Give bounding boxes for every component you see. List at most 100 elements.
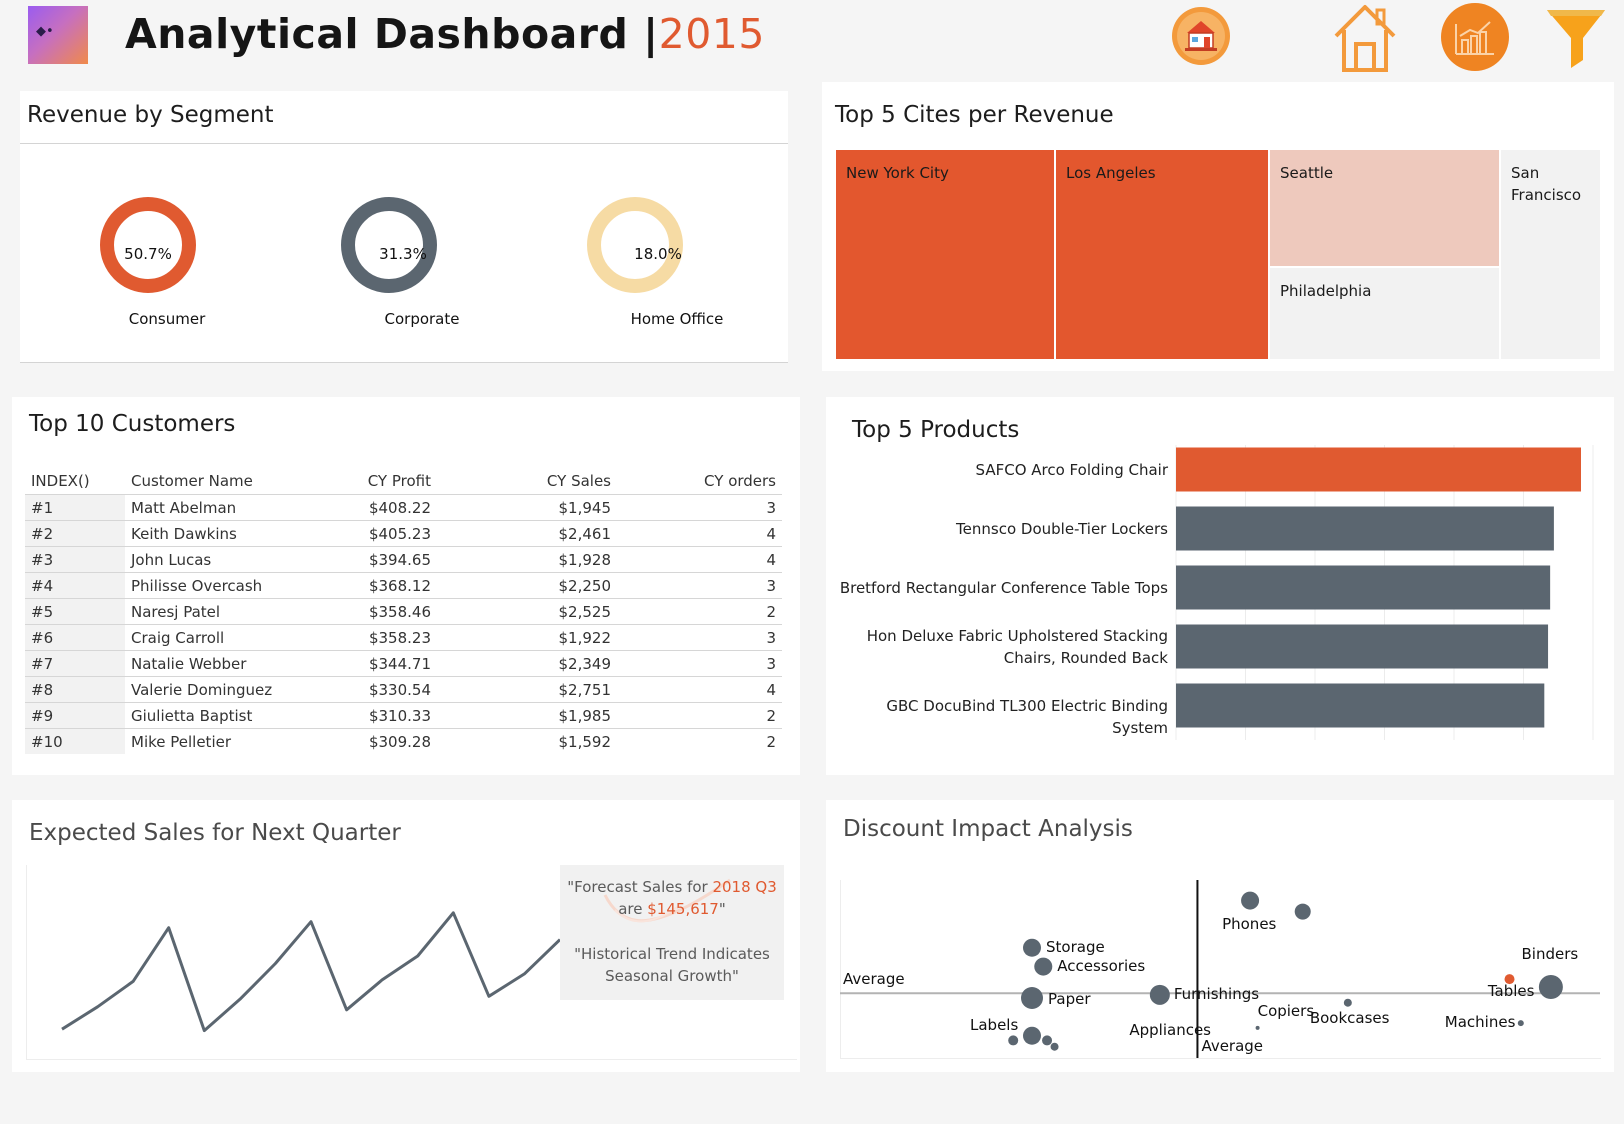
scatter-point-label: Machines [1444,1013,1516,1032]
table-row[interactable]: #7 Natalie Webber $344.71 $2,349 3 [25,650,782,677]
city-name: Los Angeles [1066,164,1156,182]
row-index: #9 [25,702,125,729]
table-row[interactable]: #10 Mike Pelletier $309.28 $1,592 2 [25,728,782,754]
cy-orders: 3 [617,624,782,651]
table-row[interactable]: #9 Giulietta Baptist $310.33 $1,985 2 [25,702,782,729]
scatter-point-label: Binders [1521,945,1579,964]
scatter-point-label: Storage [1046,937,1105,956]
city-name: Philadelphia [1280,282,1372,300]
cy-sales: $1,985 [437,702,617,729]
city-tile-new-york[interactable]: New York City [836,150,1054,359]
product-bar [1176,683,1545,728]
cy-orders: 2 [617,598,782,625]
home-office-share-value: 18.0% [634,245,682,263]
city-tile-seattle[interactable]: Seattle [1270,150,1499,266]
scatter-point-label: Paper [1048,990,1091,1008]
row-index: #4 [25,572,125,599]
top-products-bar-chart [1175,445,1594,740]
customer-name: Natalie Webber [125,650,307,677]
cy-profit: $368.12 [307,572,437,599]
cy-orders: 4 [617,520,782,547]
top-customers-table-body: #1 Matt Abelman $408.22 $1,945 3 #2 Keith Dawk… [25,494,782,754]
revenue-by-segment-panel: Revenue by Segment 50.7% 31.3% 18.0% Con… [20,91,788,363]
forecast-callout: "Forecast Sales for 2018 Q3 are $145,617… [560,865,784,1000]
row-index: #8 [25,676,125,703]
table-row[interactable]: #5 Naresj Patel $358.46 $2,525 2 [25,598,782,625]
corporate-share-value: 31.3% [379,245,427,263]
cy-profit: $330.54 [307,676,437,703]
customer-name: Valerie Dominguez [125,676,307,703]
scatter-point-label: Labels [970,1015,1019,1034]
customer-name: Matt Abelman [125,494,307,521]
row-index: #1 [25,494,125,521]
cy-sales: $2,461 [437,520,617,547]
column-header-index[interactable]: INDEX() [25,468,125,495]
home-icon[interactable] [1330,2,1400,72]
cy-orders: 4 [617,676,782,703]
chart-icon[interactable] [1440,2,1510,72]
cy-profit: $344.71 [307,650,437,677]
table-row[interactable]: #1 Matt Abelman $408.22 $1,945 3 [25,494,782,521]
column-header-cy-orders[interactable]: CY orders [617,468,782,495]
top-products-panel: Top 5 Products SAFCO Arco Folding Chair T… [826,397,1614,775]
product-bar [1176,447,1581,492]
cy-sales: $1,922 [437,624,617,651]
cy-orders: 2 [617,728,782,754]
callout-trend-line2: Seasonal Growth" [605,967,739,985]
product-bar [1176,565,1551,610]
consumer-share-value: 50.7% [124,245,172,263]
cy-sales: $1,928 [437,546,617,573]
cy-profit: $394.65 [307,546,437,573]
cy-profit: $310.33 [307,702,437,729]
scatter-point-label: Appliances [1129,1020,1211,1039]
city-name: New York City [846,164,949,182]
top-cities-title: Top 5 Cites per Revenue [835,102,1114,128]
customer-name: Mike Pelletier [125,728,307,754]
callout-trend-line1: "Historical Trend Indicates [574,945,770,963]
table-row[interactable]: #4 Philisse Overcash $368.12 $2,250 3 [25,572,782,599]
table-row[interactable]: #8 Valerie Dominguez $330.54 $2,751 4 [25,676,782,703]
table-row[interactable]: #2 Keith Dawkins $405.23 $2,461 4 [25,520,782,547]
row-index: #10 [25,728,125,754]
callout-forecast-line1: "Forecast Sales for 2018 Q3 [567,878,777,896]
average-label-horizontal: Average [843,970,905,989]
column-header-customer-name[interactable]: Customer Name [125,468,307,495]
cy-orders: 3 [617,650,782,677]
callout-forecast-line2: are $145,617" [618,900,726,918]
customer-name: Giulietta Baptist [125,702,307,729]
home-office-label: Home Office [630,310,724,328]
top-customers-title: Top 10 Customers [29,411,236,437]
row-index: #5 [25,598,125,625]
cy-profit: $358.46 [307,598,437,625]
table-row[interactable]: #6 Craig Carroll $358.23 $1,922 3 [25,624,782,651]
cy-sales: $1,945 [437,494,617,521]
scatter-point-label: Phones [1222,914,1277,933]
table-row[interactable]: #3 John Lucas $394.65 $1,928 4 [25,546,782,573]
customer-name: John Lucas [125,546,307,573]
column-header-cy-profit[interactable]: CY Profit [307,468,437,495]
table-header-row: INDEX() Customer Name CY Profit CY Sales… [25,468,782,495]
consumer-label: Consumer [128,310,206,328]
cy-orders: 4 [617,546,782,573]
scatter-point-label: Furnishings [1173,984,1260,1003]
city-tile-los-angeles[interactable]: Los Angeles [1056,150,1268,359]
row-index: #2 [25,520,125,547]
cy-profit: $358.23 [307,624,437,651]
customer-name: Naresj Patel [125,598,307,625]
cy-sales: $2,751 [437,676,617,703]
logo-mark-icon: ◆• [36,24,54,39]
filter-icon[interactable] [1545,8,1607,68]
city-name: San Francisco [1511,164,1582,204]
top-cities-panel: Top 5 Cites per Revenue New York City Lo… [822,82,1614,371]
cy-profit: $309.28 [307,728,437,754]
scatter-point-label: Bookcases [1309,1008,1390,1027]
cy-orders: 3 [617,494,782,521]
cy-sales: $2,250 [437,572,617,599]
cy-sales: $2,525 [437,598,617,625]
city-tile-san-francisco[interactable]: San Francisco [1501,150,1600,359]
customer-name: Philisse Overcash [125,572,307,599]
column-header-cy-sales[interactable]: CY Sales [437,468,617,495]
city-tile-philadelphia[interactable]: Philadelphia [1270,268,1499,359]
cy-orders: 2 [617,702,782,729]
store-icon[interactable] [1171,6,1231,66]
